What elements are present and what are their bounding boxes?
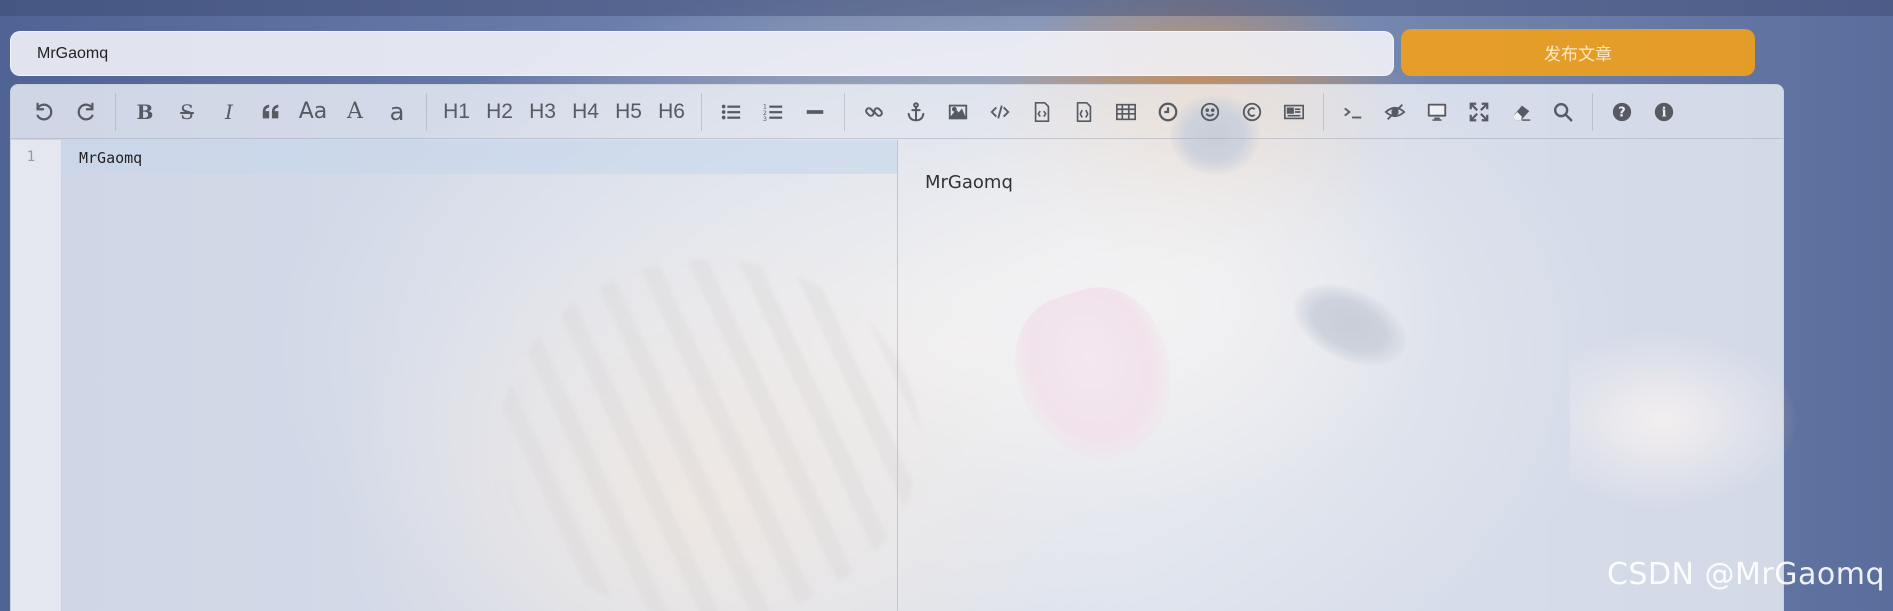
- markdown-editor: B S I Aa A a H1 H2 H3 H4 H5 H6 123 ? i 1…: [10, 84, 1784, 611]
- redo-icon[interactable]: [65, 93, 107, 131]
- h6-button[interactable]: H6: [650, 93, 693, 131]
- bold-icon[interactable]: B: [124, 93, 166, 131]
- code-line[interactable]: MrGaomq: [79, 149, 142, 167]
- line-number: 1: [26, 149, 36, 165]
- top-strip: [0, 0, 1893, 16]
- info-icon[interactable]: i: [1643, 93, 1685, 131]
- emoji-icon[interactable]: [1189, 93, 1231, 131]
- code-icon[interactable]: [979, 93, 1021, 131]
- editor-toolbar: B S I Aa A a H1 H2 H3 H4 H5 H6 123 ? i: [11, 85, 1783, 139]
- h3-button[interactable]: H3: [521, 93, 564, 131]
- watermark-text: CSDN @MrGaomq: [1606, 557, 1885, 592]
- preformatted-text-icon[interactable]: [1021, 93, 1063, 131]
- toolbar-divider: [701, 92, 702, 131]
- table-icon[interactable]: [1105, 93, 1147, 131]
- toolbar-divider: [115, 92, 116, 131]
- unordered-list-icon[interactable]: [710, 93, 752, 131]
- search-icon[interactable]: [1542, 93, 1584, 131]
- h2-button[interactable]: H2: [478, 93, 521, 131]
- help-icon[interactable]: ?: [1601, 93, 1643, 131]
- h4-button[interactable]: H4: [564, 93, 607, 131]
- italic-icon[interactable]: I: [208, 93, 250, 131]
- svg-text:i: i: [1662, 105, 1667, 120]
- toolbar-divider: [1592, 92, 1593, 131]
- markdown-source-pane[interactable]: 1 MrGaomq: [11, 140, 898, 611]
- anchor-icon[interactable]: [895, 93, 937, 131]
- quote-icon[interactable]: [250, 93, 292, 131]
- line-gutter: 1: [11, 140, 62, 611]
- watch-toggle-icon[interactable]: [1374, 93, 1416, 131]
- uppercase-icon[interactable]: Aa: [292, 93, 334, 131]
- preview-paragraph: MrGaomq: [925, 172, 1013, 193]
- article-title-input[interactable]: MrGaomq: [10, 31, 1394, 76]
- link-icon[interactable]: [853, 93, 895, 131]
- ordered-list-icon[interactable]: 123: [752, 93, 794, 131]
- svg-text:?: ?: [1618, 105, 1625, 120]
- markdown-preview-pane: MrGaomq: [899, 140, 1783, 611]
- svg-text:3: 3: [763, 115, 767, 123]
- datetime-icon[interactable]: [1147, 93, 1189, 131]
- code-block-icon[interactable]: [1063, 93, 1105, 131]
- toolbar-divider: [844, 92, 845, 131]
- lowercase-icon[interactable]: a: [376, 93, 418, 131]
- ucwords-icon[interactable]: A: [334, 93, 376, 131]
- publish-article-button[interactable]: 发布文章: [1401, 29, 1755, 76]
- toolbar-divider: [1323, 92, 1324, 131]
- fullscreen-icon[interactable]: [1458, 93, 1500, 131]
- active-line-highlight: [62, 140, 897, 174]
- toolbar-divider: [426, 92, 427, 131]
- clear-eraser-icon[interactable]: [1500, 93, 1542, 131]
- goto-line-icon[interactable]: [1332, 93, 1374, 131]
- strikethrough-icon[interactable]: S: [166, 93, 208, 131]
- preview-desktop-icon[interactable]: [1416, 93, 1458, 131]
- article-title-value: MrGaomq: [37, 44, 109, 62]
- horizontal-rule-icon[interactable]: [794, 93, 836, 131]
- undo-icon[interactable]: [23, 93, 65, 131]
- pagebreak-icon[interactable]: [1273, 93, 1315, 131]
- image-icon[interactable]: [937, 93, 979, 131]
- h1-button[interactable]: H1: [435, 93, 478, 131]
- h5-button[interactable]: H5: [607, 93, 650, 131]
- html-entities-icon[interactable]: [1231, 93, 1273, 131]
